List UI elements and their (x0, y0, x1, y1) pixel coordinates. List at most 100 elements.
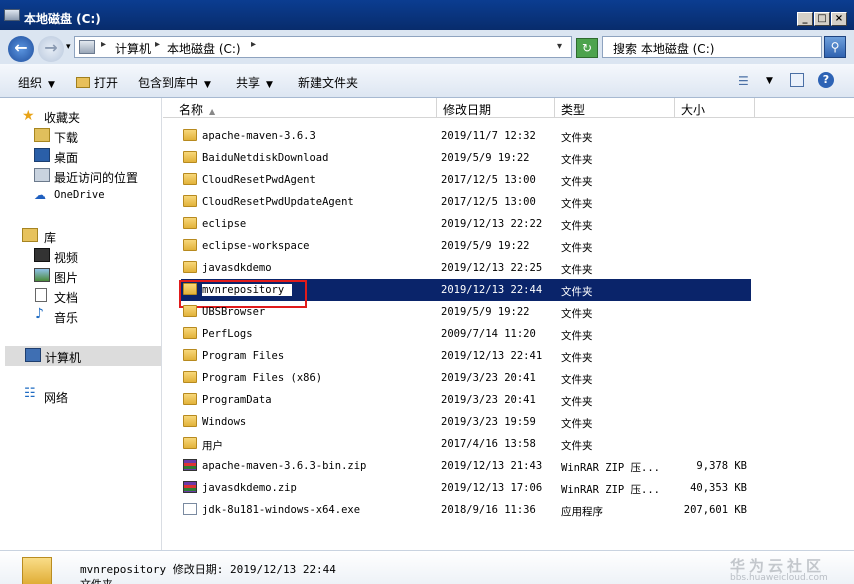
column-name[interactable]: 名称 ▲ (173, 98, 437, 118)
nav-libraries[interactable]: 库 (22, 226, 152, 246)
nav-onedrive-label: OneDrive (54, 189, 105, 201)
video-icon (34, 248, 50, 262)
view-options-icon[interactable]: ☰ (738, 74, 749, 88)
breadcrumb-separator-icon[interactable]: ▸ (251, 39, 256, 50)
nav-libraries-label: 库 (44, 231, 57, 245)
file-list: 名称 ▲ 修改日期 类型 大小 apache-maven-3.6.3 2019/11… (163, 98, 854, 550)
file-type: 文件夹 (561, 264, 593, 276)
file-date-modified: 2019/5/9 19:22 (441, 240, 530, 252)
file-row[interactable]: Program Files 2019/12/13 22:41 文件夹 (181, 345, 751, 367)
include-in-library-menu[interactable]: 包含到库中 ▼ (138, 74, 211, 91)
folder-icon (183, 151, 197, 163)
column-size[interactable]: 大小 (675, 98, 755, 118)
column-date-modified[interactable]: 修改日期 (437, 98, 555, 118)
breadcrumb-computer[interactable]: 计算机 (115, 40, 151, 57)
search-icon[interactable]: ⚲ (824, 36, 846, 58)
file-name: javasdkdemo (202, 262, 272, 274)
file-row[interactable]: javasdkdemo 2019/12/13 22:25 文件夹 (181, 257, 751, 279)
file-date-modified: 2009/7/14 11:20 (441, 328, 536, 340)
file-size: 40,353 KB (690, 482, 747, 494)
file-row[interactable]: mvnrepository 2019/12/13 22:44 文件夹 (179, 279, 751, 308)
share-menu[interactable]: 共享 ▼ (236, 74, 273, 91)
downloads-folder-icon (34, 128, 50, 142)
breadcrumb-separator-icon[interactable]: ▸ (155, 39, 160, 50)
preview-pane-icon[interactable] (790, 73, 804, 87)
file-name: PerfLogs (202, 328, 253, 340)
file-row[interactable]: eclipse-workspace 2019/5/9 19:22 文件夹 (181, 235, 751, 257)
file-row[interactable]: UBSBrowser 2019/5/9 19:22 文件夹 (181, 301, 751, 323)
file-row[interactable]: javasdkdemo.zip 2019/12/13 17:06 WinRAR ZI… (181, 477, 751, 499)
nav-desktop[interactable]: 桌面 (32, 146, 152, 166)
nav-network[interactable]: ☷ 网络 (22, 386, 152, 406)
folder-icon (183, 239, 197, 251)
recent-pages-dropdown-icon[interactable]: ▾ (66, 42, 71, 52)
nav-onedrive[interactable]: ☁ OneDrive (32, 186, 152, 206)
nav-pictures[interactable]: 图片 (32, 266, 152, 286)
search-input[interactable]: 搜索 本地磁盘 (C:) (602, 36, 822, 58)
drive-icon (4, 9, 20, 21)
file-date-modified: 2019/5/9 19:22 (441, 306, 530, 318)
file-row[interactable]: jdk-8u181-windows-x64.exe 2018/9/16 11:36… (181, 499, 751, 521)
forward-button[interactable]: → (38, 36, 64, 62)
file-date-modified: 2019/11/7 12:32 (441, 130, 536, 142)
file-row[interactable]: CloudResetPwdAgent 2017/12/5 13:00 文件夹 (181, 169, 751, 191)
open-button[interactable]: 打开 (76, 74, 118, 91)
file-row[interactable]: apache-maven-3.6.3-bin.zip 2019/12/13 21:… (181, 455, 751, 477)
nav-videos[interactable]: 视频 (32, 246, 152, 266)
file-name: javasdkdemo.zip (202, 482, 297, 494)
folder-icon (183, 195, 197, 207)
file-date-modified: 2019/5/9 19:22 (441, 152, 530, 164)
file-row[interactable]: PerfLogs 2009/7/14 11:20 文件夹 (181, 323, 751, 345)
file-row[interactable]: eclipse 2019/12/13 22:22 文件夹 (181, 213, 751, 235)
organize-label: 组织 (18, 76, 43, 90)
file-row[interactable]: ProgramData 2019/3/23 20:41 文件夹 (181, 389, 751, 411)
refresh-button[interactable]: ↻ (576, 38, 598, 58)
folder-icon (183, 129, 197, 141)
file-name: eclipse (202, 218, 247, 230)
file-name: CloudResetPwdUpdateAgent (202, 196, 354, 208)
close-button[interactable]: × (831, 12, 847, 26)
chevron-down-icon: ▼ (204, 80, 211, 90)
file-row[interactable]: CloudResetPwdUpdateAgent 2017/12/5 13:00 文… (181, 191, 751, 213)
file-date-modified: 2019/12/13 22:44 (441, 284, 543, 296)
file-row[interactable]: 用户 2017/4/16 13:58 文件夹 (181, 433, 751, 455)
view-dropdown-icon[interactable]: ▼ (766, 76, 773, 86)
file-size: 9,378 KB (696, 460, 747, 472)
minimize-button[interactable]: _ (797, 12, 813, 26)
nav-documents[interactable]: 文档 (32, 286, 152, 306)
nav-downloads[interactable]: 下载 (32, 126, 152, 146)
nav-music[interactable]: ♪ 音乐 (32, 306, 152, 326)
file-date-modified: 2019/3/23 19:59 (441, 416, 536, 428)
back-button[interactable]: ← (8, 36, 34, 62)
file-row[interactable]: Program Files (x86) 2019/3/23 20:41 文件夹 (181, 367, 751, 389)
music-note-icon: ♪ (35, 306, 44, 322)
folder-icon (183, 393, 197, 405)
chevron-down-icon: ▼ (48, 80, 55, 90)
file-name: BaiduNetdiskDownload (202, 152, 329, 164)
new-folder-button[interactable]: 新建文件夹 (298, 74, 358, 91)
folder-icon (183, 371, 197, 383)
computer-icon (79, 40, 95, 54)
nav-documents-label: 文档 (54, 291, 79, 305)
address-bar[interactable]: ▸ 计算机 ▸ 本地磁盘 (C:) ▸ ▾ (74, 36, 572, 58)
breadcrumb-local-disk[interactable]: 本地磁盘 (C:) (167, 40, 241, 57)
file-row[interactable]: Windows 2019/3/23 19:59 文件夹 (181, 411, 751, 433)
file-row[interactable]: apache-maven-3.6.3 2019/11/7 12:32 文件夹 (181, 125, 751, 147)
recent-places-icon (34, 168, 50, 182)
file-name: 用户 (202, 440, 223, 452)
maximize-button[interactable]: □ (814, 12, 830, 26)
address-row: ← → ▾ ▸ 计算机 ▸ 本地磁盘 (C:) ▸ ▾ ↻ 搜索 本地磁盘 (C… (0, 30, 854, 64)
column-type[interactable]: 类型 (555, 98, 675, 118)
file-name: eclipse-workspace (202, 240, 310, 252)
organize-menu[interactable]: 组织 ▼ (18, 74, 55, 91)
nav-recent-places[interactable]: 最近访问的位置 (32, 166, 157, 186)
computer-icon (25, 348, 41, 362)
file-type: 文件夹 (561, 198, 593, 210)
nav-computer[interactable]: 计算机 (5, 346, 161, 366)
file-date-modified: 2019/3/23 20:41 (441, 372, 536, 384)
help-icon[interactable]: ? (818, 72, 834, 88)
file-row[interactable]: BaiduNetdiskDownload 2019/5/9 19:22 文件夹 (181, 147, 751, 169)
breadcrumb-separator-icon[interactable]: ▸ (101, 39, 106, 50)
address-dropdown-icon[interactable]: ▾ (557, 41, 562, 52)
nav-favorites[interactable]: ★ 收藏夹 (22, 106, 152, 126)
